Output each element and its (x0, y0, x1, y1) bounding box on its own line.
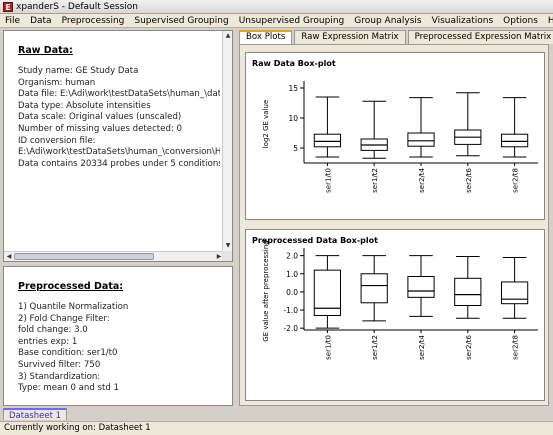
box-iqr (407, 132, 435, 147)
split-pane-divider[interactable] (234, 28, 238, 406)
scroll-down-icon[interactable]: ▼ (223, 241, 232, 251)
box-iqr (500, 281, 529, 305)
box-iqr (407, 275, 435, 298)
window-title: xpanderS - Default Session (16, 1, 138, 12)
menu-preprocessing[interactable]: Preprocessing (57, 16, 130, 26)
y-tick-label: 2.0 (286, 252, 298, 261)
menu-options[interactable]: Options (498, 16, 543, 26)
preprocessed-boxplot-panel: Preprocessed Data Box-plot -2.0 -1.0 0.0 1.0… (245, 229, 545, 401)
preprocessed-data-line: entries exp: 1 (18, 336, 78, 347)
menu-unsupervised-grouping[interactable]: Unsupervised Grouping (234, 16, 350, 26)
title-bar: E xpanderS - Default Session (0, 0, 553, 14)
x-tick-label: ser1/t2 (371, 168, 379, 193)
box-iqr (360, 273, 388, 304)
raw-vertical-scrollbar[interactable]: ▲ ▼ (222, 31, 232, 251)
scroll-left-icon[interactable]: ◀ (4, 252, 14, 261)
raw-data-line: Data file: E:\Adi\work\testDataSets\huma… (18, 89, 220, 100)
box-iqr (313, 133, 342, 148)
y-tick-label: 15 (288, 84, 298, 93)
app-icon: E (3, 1, 13, 12)
preprocessed-data-line: 1) Quantile Normalization (18, 302, 129, 312)
x-tick-label: ser2/t6 (465, 167, 473, 192)
y-tick-label: 0.0 (286, 288, 298, 297)
raw-horizontal-scrollbar[interactable]: ◀ ▶ (4, 251, 224, 261)
tab-datasheet-1[interactable]: Datasheet 1 (3, 408, 68, 421)
menu-supervised-grouping[interactable]: Supervised Grouping (129, 16, 233, 26)
raw-data-line: ID conversion file: (18, 135, 96, 146)
x-tick-label: ser2/t8 (512, 168, 520, 193)
menu-visualizations[interactable]: Visualizations (427, 16, 499, 26)
raw-data-line: Study name: GE Study Data (18, 66, 139, 76)
y-tick-label: -2.0 (283, 324, 298, 333)
menu-data[interactable]: Data (25, 16, 57, 26)
tab-raw-expression-matrix[interactable]: Raw Expression Matrix (294, 30, 406, 44)
y-tick-label: 5 (293, 144, 298, 153)
preprocessed-data-line: Type: mean 0 and std 1 (18, 383, 120, 394)
x-tick-label: ser2/t4 (418, 334, 426, 359)
preprocessed-data-line: fold change: 3.0 (18, 325, 88, 336)
x-tick-label: ser1/t0 (324, 335, 332, 360)
menu-group-analysis[interactable]: Group Analysis (349, 16, 426, 26)
menu-file[interactable]: File (0, 16, 25, 26)
scroll-corner (222, 251, 232, 261)
x-tick-label: ser2/t8 (512, 335, 520, 360)
preprocessed-data-line: Survived filter: 750 (18, 359, 101, 370)
preprocessed-data-panel: Preprocessed Data: 1) Quantile Normaliza… (3, 266, 233, 406)
scroll-up-icon[interactable]: ▲ (223, 31, 232, 41)
box-iqr (454, 277, 482, 307)
box-plots-view: Raw Data Box-plot 5 10 15 log2 GE value ser1/… (239, 44, 549, 406)
raw-data-line: Data type: Absolute intensities (18, 100, 151, 111)
view-tabs: Box Plots Raw Expression Matrix Preproce… (239, 30, 553, 44)
x-tick-label: ser1/t2 (371, 335, 379, 360)
status-bar: Currently working on: Datasheet 1 (0, 421, 553, 435)
y-tick-label: 1.0 (286, 270, 298, 279)
raw-boxplot-chart: Raw Data Box-plot 5 10 15 log2 GE value ser1/… (252, 59, 538, 193)
datasheet-tab-strip: Datasheet 1 (0, 407, 553, 421)
preprocessed-boxplot-chart: Preprocessed Data Box-plot -2.0 -1.0 0.0 1.0… (252, 236, 538, 360)
raw-data-line: Data scale: Original values (unscaled) (18, 112, 182, 123)
menu-help[interactable]: Help (543, 16, 553, 26)
x-tick-label: ser1/t0 (324, 168, 332, 193)
y-tick-label: 10 (288, 114, 298, 123)
y-tick-label: -1.0 (283, 306, 298, 315)
raw-data-panel: Raw Data: Study name: GE Study Data Orga… (3, 30, 233, 262)
tab-box-plots[interactable]: Box Plots (239, 30, 293, 44)
raw-boxplot-panel: Raw Data Box-plot 5 10 15 log2 GE value ser1/… (245, 52, 545, 220)
preprocessed-data-title: Preprocessed Data: (18, 281, 124, 292)
chart-title: Raw Data Box-plot (252, 59, 336, 68)
x-tick-label: ser2/t6 (465, 334, 473, 359)
preprocessed-data-line: 3) Standardization: (18, 371, 101, 382)
preprocessed-data-line: Base condition: ser1/t0 (18, 348, 118, 359)
y-axis-label: GE value after preprocessing (262, 240, 270, 341)
raw-data-line: Organism: human (18, 77, 96, 88)
box-iqr (500, 133, 529, 148)
raw-horizontal-scroll-thumb[interactable] (14, 253, 154, 260)
x-tick-label: ser2/t4 (418, 167, 426, 192)
preprocessed-data-line: 2) Fold Change Filter: (18, 313, 110, 324)
y-axis-label: log2 GE value (262, 100, 270, 149)
raw-data-line: Data contains 20334 probes under 5 condi… (18, 158, 220, 169)
status-text: Currently working on: Datasheet 1 (4, 423, 151, 433)
raw-data-title: Raw Data: (18, 45, 73, 56)
tab-preprocessed-expression-matrix[interactable]: Preprocessed Expression Matrix (407, 30, 553, 44)
chart-title: Preprocessed Data Box-plot (252, 236, 378, 245)
raw-data-line: Number of missing values detected: 0 (18, 123, 183, 134)
raw-data-line: E:\Adi\work\testDataSets\human_\conversi… (18, 147, 220, 158)
menu-bar: File Data Preprocessing Supervised Group… (0, 14, 553, 28)
